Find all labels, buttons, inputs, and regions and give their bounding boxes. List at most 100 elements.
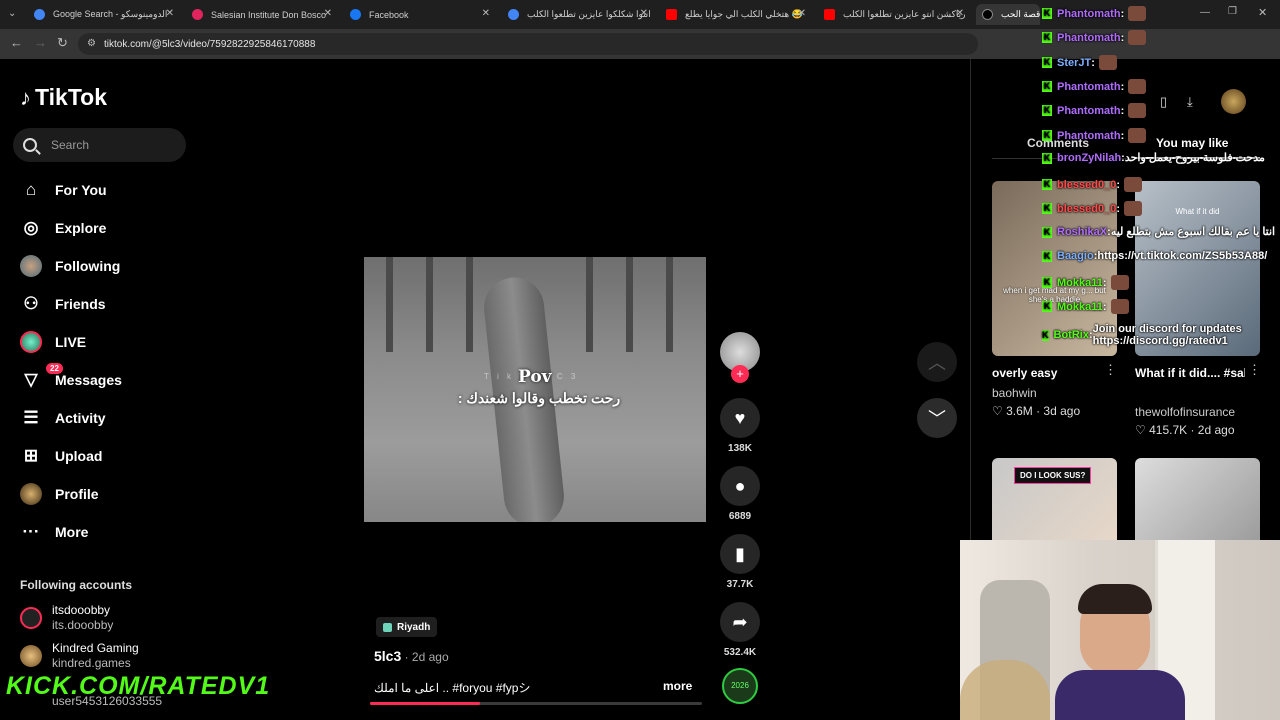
cage-bar: [386, 257, 393, 352]
chat-username: blessed0_0: [1057, 178, 1117, 191]
video-progress-fill: [370, 702, 480, 705]
chat-message: K BotRix : Join our discord for updates h…: [1042, 323, 1280, 347]
tab-search-icon[interactable]: ⌄: [8, 8, 16, 19]
share-button[interactable]: ➦ 532.4K: [720, 602, 760, 658]
video-progress-bar[interactable]: [370, 702, 702, 705]
kick-badge-icon: K: [1042, 81, 1052, 92]
save-count: 37.7K: [726, 579, 754, 590]
nav-friends[interactable]: ⚇ Friends: [20, 292, 105, 316]
card-stats: ♡ 415.7K · 2d ago: [1135, 423, 1235, 437]
video-overlay-title: Pov: [518, 367, 552, 387]
previous-video-button[interactable]: ︿: [917, 342, 957, 382]
location-tag[interactable]: Riyadh: [376, 617, 438, 637]
nav-explore[interactable]: ◎ Explore: [20, 216, 107, 240]
chat-separator: :: [1120, 104, 1125, 117]
card-title: What if it did.... #sales #money...: [1135, 366, 1245, 380]
close-icon[interactable]: ✕: [166, 8, 174, 19]
tab-3[interactable]: انتوا شكلكوا عايزين تطلعوا الكلب ✕: [502, 4, 652, 25]
download-icon[interactable]: ⤓: [1187, 94, 1193, 110]
chat-message: K RoshikaX : انتا يا عم بقالك اسبوع مش بت…: [1042, 226, 1275, 238]
tab-4[interactable]: هتخلي الكلب الي جوايا يطلع 😂 ✕: [660, 4, 810, 25]
upload-icon: ⊞: [23, 446, 39, 465]
close-icon[interactable]: ✕: [956, 8, 964, 19]
user-avatar[interactable]: [1221, 89, 1246, 114]
more-options-icon[interactable]: ⋮: [1248, 362, 1261, 378]
chat-separator: :: [1120, 7, 1125, 20]
more-button[interactable]: more: [663, 679, 692, 693]
url-field[interactable]: ⚙ tiktok.com/@5lc3/video/759282292584617…: [78, 33, 978, 55]
chat-username: Mokka11: [1057, 276, 1103, 289]
window-close-icon[interactable]: ✕: [1258, 6, 1267, 19]
site-info-icon[interactable]: ⚙: [87, 38, 96, 49]
streamer-hair: [1078, 584, 1152, 614]
account-name: Kindred Gaming: [52, 641, 139, 655]
maximize-icon[interactable]: ❐: [1228, 6, 1237, 17]
close-icon[interactable]: ✕: [640, 8, 648, 19]
nav-upload[interactable]: ⊞ Upload: [20, 444, 103, 468]
kick-badge-icon: K: [1042, 152, 1052, 164]
nav-more[interactable]: ··· More: [20, 520, 89, 544]
tab-you-may-like[interactable]: You may like: [1156, 136, 1228, 150]
tab-0[interactable]: Google Search - الدومينوسكو ✕: [28, 4, 178, 25]
reload-icon[interactable]: ↻: [57, 35, 68, 51]
card-stats: ♡ 3.6M · 3d ago: [992, 404, 1081, 418]
video-author[interactable]: 5lc3 · 2d ago: [374, 648, 449, 664]
back-icon[interactable]: ←: [10, 35, 23, 50]
save-button[interactable]: ▮ 37.7K: [720, 534, 760, 590]
video-overlay-caption: رحت تخطب وقالوا شعندك :: [457, 390, 621, 406]
kick-badge-icon: K: [1042, 8, 1052, 19]
close-icon[interactable]: ✕: [798, 8, 806, 19]
kick-badge-icon: K: [1042, 203, 1052, 214]
following-account[interactable]: itsdooobby its.dooobby: [20, 603, 113, 632]
nav-messages[interactable]: ▽ 22 Messages: [20, 363, 122, 392]
author-name: 5lc3: [374, 648, 402, 664]
comment-button[interactable]: ● 6889: [720, 466, 760, 522]
phone-icon[interactable]: ▯: [1160, 94, 1167, 110]
nav-for-you[interactable]: ⌂ For You: [20, 178, 107, 202]
nav-activity[interactable]: ☰ Activity: [20, 406, 105, 430]
tab-6-active[interactable]: قصة الحب: [976, 4, 1040, 25]
more-options-icon[interactable]: ⋮: [1104, 362, 1117, 378]
close-icon[interactable]: ✕: [324, 8, 332, 19]
nav-profile[interactable]: Profile: [20, 482, 99, 506]
chat-username: BotRix: [1053, 329, 1089, 341]
nav-following[interactable]: Following: [20, 254, 120, 278]
tab-1[interactable]: Salesian Institute Don Bosco ✕: [186, 4, 336, 25]
chat-message: K Phantomath :: [1042, 128, 1147, 143]
chat-separator: :: [1091, 56, 1095, 69]
profile-icon: [20, 483, 42, 505]
emote-icon: [1110, 299, 1129, 314]
chat-text: Join our discord for updates https://dis…: [1092, 323, 1242, 347]
nav-live[interactable]: LIVE: [20, 330, 86, 354]
nav-label: LIVE: [55, 334, 87, 350]
music-disc[interactable]: 2026: [722, 668, 758, 704]
follow-plus-icon[interactable]: +: [731, 365, 749, 383]
following-account[interactable]: Kindred Gaming kindred.games: [20, 641, 139, 670]
video-player[interactable]: T i k T o k C 3 Pov رحت تخطب وقالوا شعند…: [364, 257, 706, 522]
next-video-button[interactable]: ﹀: [917, 398, 957, 438]
search-input[interactable]: Search: [13, 128, 186, 162]
tab-2[interactable]: Facebook ✕: [344, 4, 494, 25]
tiktok-logo[interactable]: ♪ TikTok: [20, 84, 107, 111]
suggested-video-card[interactable]: DO I LOOK SUS?: [992, 458, 1117, 548]
heart-icon: ♥: [720, 398, 760, 438]
search-placeholder: Search: [51, 138, 90, 152]
location-pin-icon: [383, 622, 392, 632]
card-title: overly easy: [992, 366, 1058, 380]
chat-username: SterJT: [1057, 56, 1092, 69]
chat-message: Kblessed0_0 :: [1042, 177, 1142, 192]
chat-message: K Mokka11 :: [1042, 299, 1129, 314]
chat-text: انتا يا عم بقالك اسبوع مش بتطلع ليه: [1110, 226, 1276, 238]
kick-url-overlay: KICK.COM/RATEDV1: [6, 672, 271, 700]
chat-username: Baagio: [1057, 250, 1094, 262]
minimize-icon[interactable]: —: [1200, 7, 1210, 18]
youtube-icon: [666, 9, 677, 20]
close-icon[interactable]: ✕: [482, 8, 490, 19]
tab-5[interactable]: رياكشن انتو عايزين تطلعوا الكلب ✕: [818, 4, 968, 25]
chat-message: K Phantomath :: [1042, 79, 1147, 94]
like-button[interactable]: ♥ 138K: [720, 398, 760, 454]
suggested-video-card[interactable]: [1135, 458, 1260, 548]
chat-username: Phantomath: [1057, 80, 1121, 93]
music-label: 2026: [731, 681, 749, 690]
forward-icon[interactable]: →: [34, 35, 47, 50]
